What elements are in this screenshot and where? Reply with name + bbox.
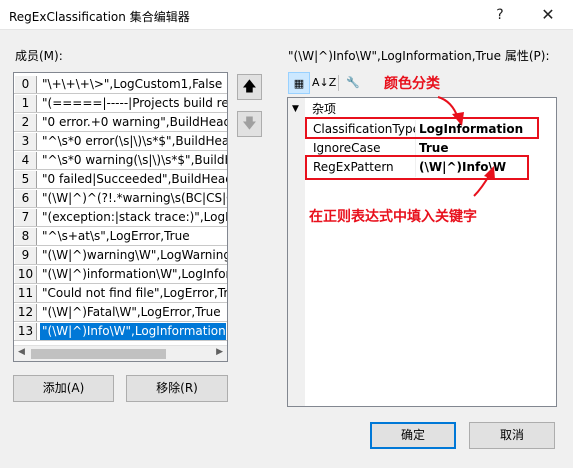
- add-button[interactable]: 添加(A): [13, 375, 114, 402]
- grid-margin: [288, 98, 305, 406]
- toolbar-divider: [338, 75, 339, 91]
- list-item-index: 6: [15, 190, 37, 207]
- title-bar: RegExClassification 集合编辑器 ? ✕: [0, 0, 573, 30]
- list-item[interactable]: 3 "^\s*0 error(\s|\)\s*$",BuildHead: [14, 132, 227, 151]
- window-title: RegExClassification 集合编辑器: [9, 10, 190, 24]
- list-item-text: "0 failed|Succeeded",BuildHead,: [42, 172, 228, 186]
- list-item-text: "^\s+at\s",LogError,True: [42, 229, 190, 243]
- annotation-color-label: 颜色分类: [384, 76, 440, 92]
- annotation-box-classification: [305, 117, 539, 139]
- ok-button[interactable]: 确定: [370, 422, 456, 449]
- help-button[interactable]: ?: [478, 0, 522, 30]
- list-item[interactable]: 8 "^\s+at\s",LogError,True: [14, 227, 227, 246]
- list-item-index: 13: [15, 323, 37, 340]
- scroll-right-icon[interactable]: ▶: [216, 347, 223, 357]
- list-item[interactable]: 13 "(\W|^)Info\W",LogInformation,: [14, 322, 227, 341]
- list-item[interactable]: 11 "Could not find file",LogError,Tr: [14, 284, 227, 303]
- categorized-icon[interactable]: ▦: [288, 72, 310, 94]
- list-item-text: "^\s*0 error(\s|\)\s*$",BuildHead: [42, 134, 228, 148]
- cancel-button[interactable]: 取消: [469, 422, 555, 449]
- list-item[interactable]: 2 "0 error.+0 warning",BuildHead: [14, 113, 227, 132]
- scroll-left-icon[interactable]: ◀: [18, 347, 25, 357]
- move-down-button[interactable]: 🡇: [237, 111, 262, 137]
- list-item-index: 7: [15, 209, 37, 226]
- list-item-text: "(\W|^)Fatal\W",LogError,True: [42, 305, 221, 319]
- alphabetical-icon[interactable]: A↓Z: [312, 72, 336, 94]
- property-grid[interactable]: ▼ 杂项 ClassificationType LogInformation I…: [287, 97, 557, 407]
- list-item-index: 11: [15, 285, 37, 302]
- list-item-text: "(\W|^)Info\W",LogInformation,: [40, 323, 226, 340]
- move-up-button[interactable]: 🡅: [237, 74, 262, 100]
- list-item-text: "(=====|-----|Projects build rep: [42, 96, 228, 110]
- list-item[interactable]: 0 "\+\+\+\>",LogCustom1,False: [14, 75, 227, 94]
- list-item[interactable]: 9 "(\W|^)warning\W",LogWarning: [14, 246, 227, 265]
- category-label: 杂项: [312, 102, 337, 116]
- list-item-text: "(\W|^)information\W",LogInfor: [42, 267, 228, 281]
- list-horizontal-scrollbar[interactable]: ◀ ▶: [14, 345, 227, 361]
- list-item-text: "Could not find file",LogError,Tr: [42, 286, 228, 300]
- list-item-text: "\+\+\+\>",LogCustom1,False: [42, 77, 223, 91]
- list-item-index: 0: [15, 76, 37, 93]
- collapse-icon[interactable]: ▼: [292, 100, 299, 118]
- list-item-text: "(exception:|stack trace:)",LogErr: [42, 210, 228, 224]
- list-item-text: "^\s*0 warning(\s|\)\s*$",BuildHe: [42, 153, 228, 167]
- close-button[interactable]: ✕: [526, 0, 570, 30]
- remove-button[interactable]: 移除(R): [126, 375, 228, 402]
- members-list[interactable]: 0 "\+\+\+\>",LogCustom1,False 1 "(=====|---…: [13, 72, 228, 362]
- list-item-index: 10: [15, 266, 37, 283]
- list-item-index: 1: [15, 95, 37, 112]
- annotation-box-regex: [305, 155, 529, 180]
- list-item[interactable]: 12 "(\W|^)Fatal\W",LogError,True: [14, 303, 227, 322]
- list-item-index: 4: [15, 152, 37, 169]
- property-pages-icon[interactable]: 🔧: [342, 72, 364, 94]
- list-item-index: 8: [15, 228, 37, 245]
- list-item-text: "(\W|^)^(?!.*warning\s(BC|CS|CA: [42, 191, 228, 205]
- list-item[interactable]: 5 "0 failed|Succeeded",BuildHead,: [14, 170, 227, 189]
- list-item[interactable]: 6 "(\W|^)^(?!.*warning\s(BC|CS|CA: [14, 189, 227, 208]
- list-item-text: "0 error.+0 warning",BuildHead: [42, 115, 228, 129]
- members-label: 成员(M):: [15, 49, 63, 63]
- list-item[interactable]: 10 "(\W|^)information\W",LogInfor: [14, 265, 227, 284]
- properties-label: "(\W|^)Info\W",LogInformation,True 属性(P)…: [288, 49, 550, 63]
- list-item[interactable]: 7 "(exception:|stack trace:)",LogErr: [14, 208, 227, 227]
- list-item-index: 5: [15, 171, 37, 188]
- list-item-index: 3: [15, 133, 37, 150]
- list-item[interactable]: 1 "(=====|-----|Projects build rep: [14, 94, 227, 113]
- list-item-index: 2: [15, 114, 37, 131]
- category-row[interactable]: ▼ 杂项: [288, 100, 556, 118]
- list-item-index: 12: [15, 304, 37, 321]
- annotation-keyword-label: 在正则表达式中填入关键字: [309, 209, 477, 225]
- list-item[interactable]: 4 "^\s*0 warning(\s|\)\s*$",BuildHe: [14, 151, 227, 170]
- list-item-text: "(\W|^)warning\W",LogWarning: [42, 248, 228, 262]
- scroll-thumb[interactable]: [31, 349, 166, 359]
- list-item-index: 9: [15, 247, 37, 264]
